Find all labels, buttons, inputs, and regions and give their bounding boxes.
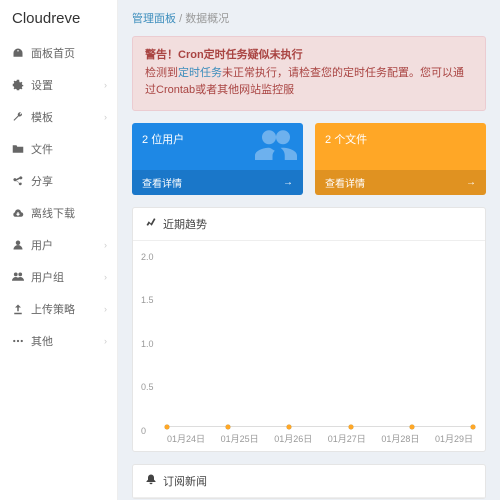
sidebar-item-offline[interactable]: 离线下载	[0, 197, 117, 229]
x-tick: 01月26日	[274, 432, 312, 445]
data-point	[348, 424, 353, 429]
y-tick: 2.0	[141, 252, 154, 262]
data-point	[165, 424, 170, 429]
nav-list: 面板首页 设置 › 模板 › 文件 分享 离线下载 用户 ›	[0, 37, 117, 357]
sidebar-item-files[interactable]: 文件	[0, 133, 117, 165]
upload-icon	[12, 303, 24, 315]
arrow-right-icon: →	[466, 177, 476, 188]
news-title: 订阅新闻	[163, 473, 207, 489]
sidebar-item-other[interactable]: 其他 ›	[0, 325, 117, 357]
share-icon	[12, 175, 24, 187]
card-users-footer[interactable]: 查看详情 →	[132, 170, 303, 195]
gear-icon	[12, 79, 24, 91]
wrench-icon	[12, 111, 24, 123]
sidebar-item-label: 用户组	[31, 269, 64, 285]
x-tick: 01月29日	[435, 432, 473, 445]
news-panel-header: 订阅新闻	[133, 465, 485, 498]
sidebar-item-label: 分享	[31, 173, 53, 189]
x-tick: 01月24日	[167, 432, 205, 445]
sidebar-item-settings[interactable]: 设置 ›	[0, 69, 117, 101]
app-root: Cloudreve 面板首页 设置 › 模板 › 文件 分享 离线下载	[0, 0, 500, 500]
users-icon	[12, 271, 24, 283]
chevron-right-icon: ›	[104, 304, 107, 314]
sidebar-item-template[interactable]: 模板 ›	[0, 101, 117, 133]
sidebar-item-label: 面板首页	[31, 45, 75, 61]
chevron-right-icon: ›	[104, 112, 107, 122]
sidebar-item-share[interactable]: 分享	[0, 165, 117, 197]
brand-title: Cloudreve	[0, 0, 117, 37]
card-files-more: 查看详情	[325, 175, 365, 190]
folder-icon	[12, 143, 24, 155]
chevron-right-icon: ›	[104, 240, 107, 250]
trend-chart: 0 0.5 1.0 1.5 2.0 01月24日 01月25日 01月26日 01月27日 01月…	[133, 241, 485, 451]
ellipsis-icon	[12, 335, 24, 347]
sidebar-item-label: 其他	[31, 333, 53, 349]
cloud-download-icon	[12, 207, 24, 219]
news-panel: 订阅新闻	[132, 464, 486, 499]
chevron-right-icon: ›	[104, 336, 107, 346]
y-tick: 1.5	[141, 295, 154, 305]
user-icon	[12, 239, 24, 251]
breadcrumb: 管理面板 / 数据概况	[118, 0, 500, 36]
card-users-count: 2	[142, 134, 148, 146]
data-point	[471, 424, 476, 429]
y-tick: 0.5	[141, 382, 154, 392]
sidebar-item-dashboard[interactable]: 面板首页	[0, 37, 117, 69]
stat-cards: 2 位用户 查看详情 → 2 个文件 查看详情 →	[132, 123, 486, 195]
trend-title: 近期趋势	[163, 216, 207, 232]
sidebar-item-policy[interactable]: 上传策略 ›	[0, 293, 117, 325]
alert-link[interactable]: 定时任务	[178, 67, 222, 79]
trend-panel-header: 近期趋势	[133, 208, 485, 241]
alert-text-pre: 检测到	[145, 67, 178, 79]
card-files-count: 2	[325, 134, 331, 146]
breadcrumb-current: 数据概况	[185, 13, 229, 25]
sidebar-item-label: 模板	[31, 109, 53, 125]
data-point	[409, 424, 414, 429]
y-tick: 0	[141, 426, 146, 436]
breadcrumb-root[interactable]: 管理面板	[132, 13, 176, 25]
cron-warning-alert: 警告！Cron定时任务疑似未执行 检测到定时任务未正常执行，请检查您的定时任务配…	[132, 36, 486, 111]
sidebar-item-label: 设置	[31, 77, 53, 93]
users-large-icon	[255, 125, 297, 170]
dashboard-icon	[12, 47, 24, 59]
x-tick: 01月25日	[221, 432, 259, 445]
card-files[interactable]: 2 个文件 查看详情 →	[315, 123, 486, 195]
card-users[interactable]: 2 位用户 查看详情 →	[132, 123, 303, 195]
sidebar-item-label: 离线下载	[31, 205, 75, 221]
trend-panel: 近期趋势 0 0.5 1.0 1.5 2.0 01月24日 01月25日 01月26日 01月2…	[132, 207, 486, 452]
x-tick: 01月28日	[381, 432, 419, 445]
data-point	[226, 424, 231, 429]
sidebar-item-user[interactable]: 用户 ›	[0, 229, 117, 261]
data-point	[287, 424, 292, 429]
main-content: 管理面板 / 数据概况 警告！Cron定时任务疑似未执行 检测到定时任务未正常执…	[118, 0, 500, 500]
arrow-right-icon: →	[283, 177, 293, 188]
x-tick: 01月27日	[328, 432, 366, 445]
sidebar: Cloudreve 面板首页 设置 › 模板 › 文件 分享 离线下载	[0, 0, 118, 500]
y-tick: 1.0	[141, 339, 154, 349]
sidebar-item-label: 上传策略	[31, 301, 75, 317]
sidebar-item-usergroup[interactable]: 用户组 ›	[0, 261, 117, 293]
chart-icon	[145, 216, 157, 231]
sidebar-item-label: 文件	[31, 141, 53, 157]
sidebar-item-label: 用户	[31, 237, 53, 253]
card-users-more: 查看详情	[142, 175, 182, 190]
bell-icon	[145, 473, 157, 488]
alert-title: 警告！Cron定时任务疑似未执行	[145, 49, 303, 61]
chevron-right-icon: ›	[104, 80, 107, 90]
card-files-unit: 个文件	[334, 134, 367, 146]
chevron-right-icon: ›	[104, 272, 107, 282]
card-files-footer[interactable]: 查看详情 →	[315, 170, 486, 195]
card-users-unit: 位用户	[151, 134, 184, 146]
